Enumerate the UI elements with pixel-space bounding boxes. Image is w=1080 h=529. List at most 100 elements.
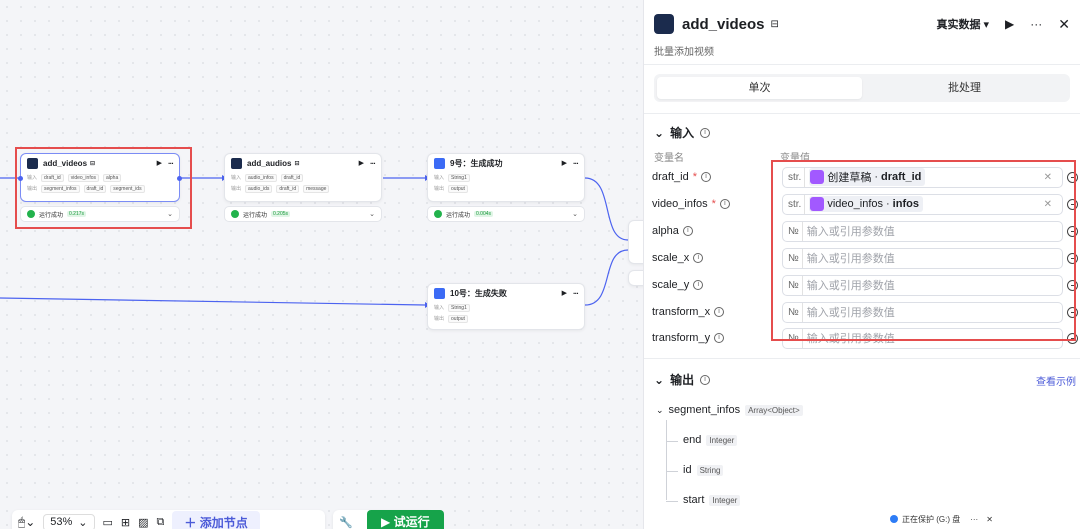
tree-line — [666, 441, 678, 442]
output-root[interactable]: ⌄ segment_infos Array<Object> — [656, 404, 803, 416]
input-label: 输入 — [231, 175, 242, 181]
params-highlight — [771, 160, 1076, 341]
layout-icon[interactable]: ⊞ — [121, 516, 130, 529]
output-label: 输出 — [434, 316, 445, 322]
save-icon: ⊟ — [770, 18, 779, 30]
input-label: 输入 — [434, 305, 445, 311]
wrench-icon[interactable]: 🔧 — [339, 516, 353, 529]
mouse-mode-icon[interactable]: 🖱⌄ — [18, 515, 35, 529]
type-tag: String — [696, 464, 724, 476]
zoom-select[interactable]: 53% ⌄ — [43, 513, 95, 529]
required-mark: * — [692, 171, 697, 183]
comment-icon[interactable]: ▭ — [103, 516, 113, 529]
param-name: transform_y — [652, 332, 711, 344]
view-example-link[interactable]: 查看示例 — [1036, 373, 1076, 388]
node-status[interactable]: 运行成功 0.004s ⌄ — [427, 206, 585, 222]
tab-single[interactable]: 单次 — [657, 77, 862, 99]
output-tag: audio_ids — [245, 184, 273, 193]
info-icon: i — [682, 226, 693, 236]
success-icon — [434, 210, 442, 218]
message-icon — [434, 287, 445, 299]
test-run-button[interactable]: ▶ 试运行 — [367, 510, 444, 529]
more-icon[interactable]: ··· — [573, 289, 579, 298]
input-section-header[interactable]: ⌄ 输入 i — [654, 124, 711, 141]
status-text: 运行成功 — [446, 212, 471, 219]
param-name: video_infos — [652, 198, 708, 210]
more-icon[interactable]: ··· — [1030, 17, 1042, 31]
chevron-down-icon[interactable]: ⌄ — [572, 210, 578, 218]
more-icon[interactable]: ··· — [573, 159, 579, 168]
input-tag: String1 — [448, 303, 470, 312]
output-tag: draft_id — [276, 184, 300, 193]
toast-text: 正在保护 (G:) 盘 — [902, 514, 961, 524]
data-mode-select[interactable]: 真实数据 ▾ — [936, 16, 989, 32]
run-node-icon[interactable]: ▶ — [562, 289, 567, 297]
tree-line — [666, 501, 678, 502]
more-icon[interactable]: ··· — [970, 515, 978, 524]
info-icon: i — [714, 307, 725, 317]
output-port[interactable] — [177, 176, 182, 181]
output-tag: output — [448, 314, 468, 323]
info-icon: i — [714, 333, 725, 343]
tree-line — [666, 471, 678, 472]
node-10[interactable]: 10号：生成失败 ▶ ··· 输入 String1 输出 output — [427, 283, 585, 330]
data-mode-label: 真实数据 — [936, 19, 981, 31]
output-name: segment_infos — [668, 404, 741, 416]
shield-icon — [890, 515, 898, 523]
section-title: 输出 — [670, 373, 695, 387]
tree-line — [666, 420, 667, 500]
status-text: 运行成功 — [243, 212, 268, 219]
save-icon: ⊟ — [294, 160, 300, 167]
output-name: start — [683, 494, 705, 506]
panel-title: add_videos — [682, 15, 765, 33]
divider — [644, 64, 1080, 65]
type-tag: Array<Object> — [745, 404, 803, 416]
chevron-down-icon[interactable]: ⌄ — [369, 210, 375, 218]
run-node-icon[interactable]: ▶ — [562, 159, 567, 167]
message-icon — [434, 157, 445, 169]
info-icon: i — [700, 374, 711, 385]
info-icon: i — [700, 127, 711, 138]
system-toast[interactable]: 正在保护 (G:) 盘 ··· ✕ — [890, 509, 993, 529]
more-icon[interactable]: ··· — [370, 159, 376, 168]
workflow-canvas[interactable]: add_videos ⊟ ▶ ··· 输入 draft_id video_infos alp… — [0, 0, 645, 529]
chevron-down-icon: ⌄ — [656, 404, 664, 415]
output-tag: output — [448, 184, 468, 193]
node-add-audios[interactable]: add_audios ⊟ ▶ ··· 输入 audio_infos draft_id 输出… — [224, 153, 382, 202]
run-time: 0.205s — [271, 211, 291, 217]
run-icon[interactable]: ▶ — [1005, 17, 1014, 31]
node-status[interactable]: 运行成功 0.205s ⌄ — [224, 206, 382, 222]
tab-batch[interactable]: 批处理 — [862, 77, 1067, 99]
type-tag: Integer — [706, 434, 738, 446]
info-icon: i — [700, 172, 711, 182]
selection-highlight — [15, 147, 192, 229]
chevron-down-icon: ⌄ — [654, 372, 665, 387]
success-icon — [231, 210, 239, 218]
input-tag: audio_infos — [245, 173, 277, 182]
panel-subtitle: 批量添加视频 — [654, 47, 714, 58]
output-child: end Integer — [683, 434, 738, 446]
chevron-down-icon: ⌄ — [654, 125, 665, 140]
image-icon[interactable]: ▨ — [138, 516, 148, 529]
close-icon[interactable]: ✕ — [1058, 16, 1070, 33]
add-node-button[interactable]: ＋ 添加节点 — [172, 510, 260, 529]
minimap-icon[interactable]: ⧉ — [157, 516, 165, 529]
param-name: scale_y — [652, 279, 690, 291]
output-section-header[interactable]: ⌄ 输出 i — [654, 371, 711, 388]
param-name: alpha — [652, 225, 679, 237]
node-9[interactable]: 9号：生成成功 ▶ ··· 输入 String1 输出 output — [427, 153, 585, 202]
close-icon[interactable]: ✕ — [986, 515, 993, 524]
add-node-label: 添加节点 — [199, 515, 248, 529]
output-child: start Integer — [683, 494, 741, 506]
input-port[interactable] — [18, 176, 23, 181]
column-name-header: 变量名 — [654, 153, 684, 164]
output-label: 输出 — [231, 186, 242, 192]
plugin-icon — [231, 157, 242, 169]
node-title: 10号：生成失败 — [450, 288, 507, 298]
run-node-icon[interactable]: ▶ — [359, 159, 364, 167]
canvas-toolbar: 🖱⌄ 53% ⌄ ▭ ⊞ ▨ ⧉ ＋ 添加节点 — [12, 510, 325, 529]
plugin-icon — [654, 14, 674, 34]
type-tag: Integer — [709, 494, 741, 506]
input-tag: draft_id — [280, 173, 304, 182]
required-mark: * — [711, 198, 716, 210]
